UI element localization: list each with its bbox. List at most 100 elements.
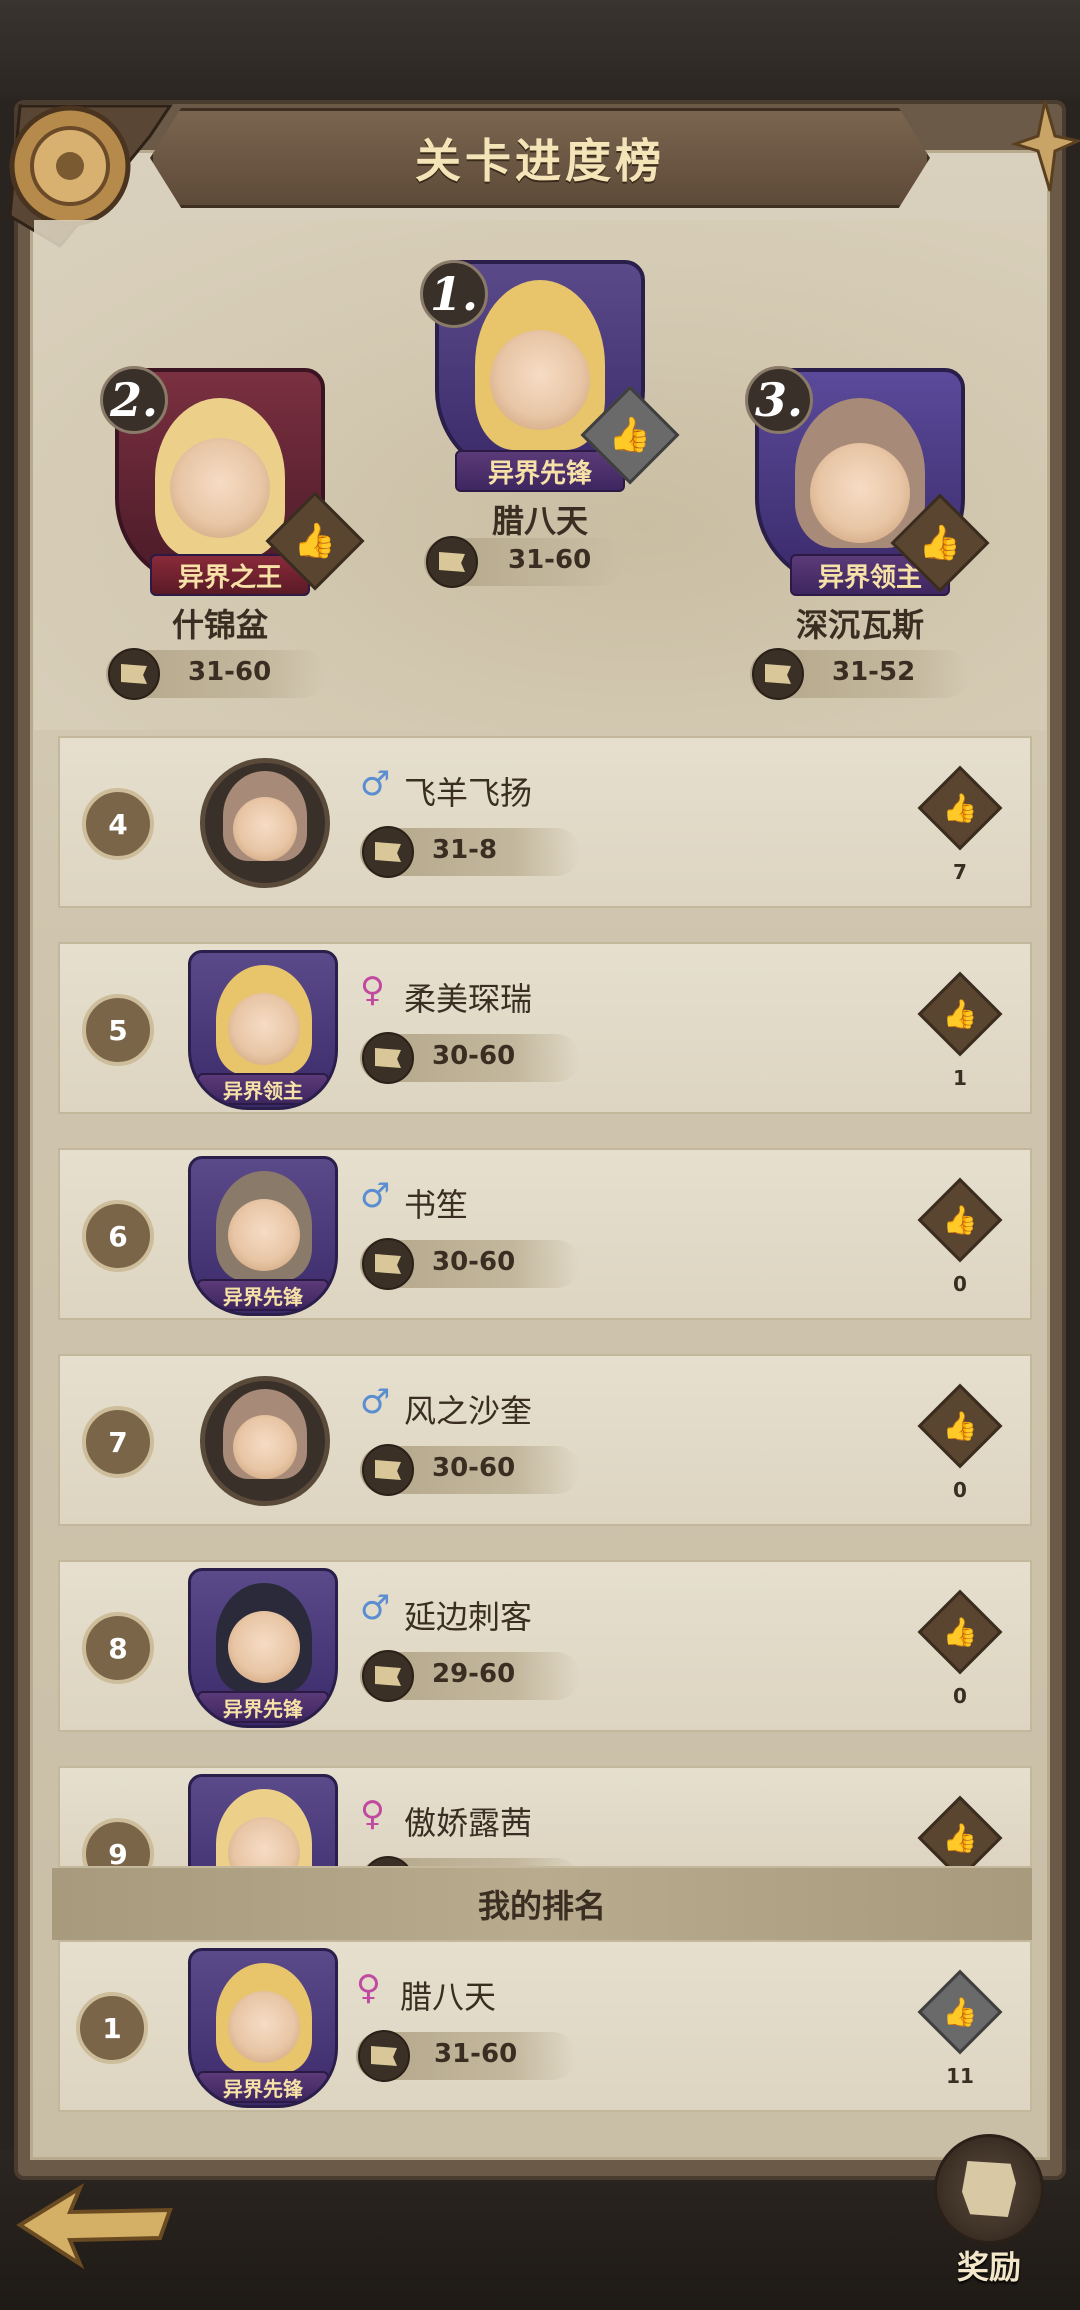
- thumbs-up-icon: 👍: [942, 1995, 978, 2029]
- title-ribbon: 异界领主: [197, 1073, 329, 1105]
- thumbs-up-icon: 👍: [942, 791, 978, 825]
- progress-value: 29-60: [432, 1659, 516, 1689]
- top-bar: [0, 0, 1080, 100]
- like-count: 0: [953, 1478, 967, 1502]
- progress-value: 30-60: [432, 1247, 516, 1277]
- flag-icon: [362, 1238, 414, 1290]
- female-icon: ♀: [360, 970, 385, 1010]
- like-button[interactable]: 👍: [917, 971, 1003, 1057]
- like-count: 0: [953, 1684, 967, 1708]
- thumbs-up-icon: 👍: [293, 521, 337, 561]
- progress-value: 30-60: [432, 1041, 516, 1071]
- player-name: 腊八天: [491, 502, 588, 540]
- flag-icon: [362, 1032, 414, 1084]
- avatar-frame: 异界先锋: [188, 1948, 338, 2108]
- female-icon: ♀: [356, 1968, 381, 2008]
- thumbs-up-icon: 👍: [942, 997, 978, 1031]
- male-icon: ♂: [360, 764, 391, 804]
- like-button[interactable]: 👍: [917, 1969, 1003, 2055]
- progress-value: 31-8: [432, 835, 498, 865]
- rank-badge: 7: [82, 1406, 154, 1478]
- rank-badge: 8: [82, 1612, 154, 1684]
- avatar: [228, 993, 300, 1065]
- title-ribbon: 异界先锋: [197, 1279, 329, 1311]
- like-button[interactable]: 👍: [917, 1177, 1003, 1263]
- rank-badge: 4: [82, 788, 154, 860]
- back-arrow-icon[interactable]: [10, 2180, 180, 2270]
- avatar: [200, 758, 330, 888]
- reward-label: 奖励: [956, 2248, 1021, 2286]
- player-name: 傲娇露茜: [404, 1804, 533, 1842]
- my-rank-label: 我的排名: [477, 1887, 606, 1925]
- flag-icon: [108, 648, 160, 700]
- avatar-frame: [188, 1774, 338, 1866]
- avatar: [228, 1991, 300, 2063]
- list-item[interactable]: 7 ♂ 风之沙奎 30-60 👍 0: [58, 1354, 1032, 1526]
- progress-value: 30-60: [432, 1453, 516, 1483]
- my-rank-header: 我的排名: [52, 1868, 1032, 1940]
- progress-value: 31-60: [188, 657, 272, 687]
- like-button[interactable]: 👍: [917, 1589, 1003, 1675]
- flag-icon: [362, 1444, 414, 1496]
- player-name: 飞羊飞扬: [404, 774, 533, 812]
- like-button[interactable]: 👍: [917, 1795, 1003, 1866]
- rank-number: 3.: [745, 366, 813, 434]
- progress-value: 31-60: [434, 2039, 518, 2069]
- rank-badge: 1: [76, 1992, 148, 2064]
- player-name: 书笙: [404, 1186, 469, 1224]
- rank-badge: 6: [82, 1200, 154, 1272]
- list-item[interactable]: 6 异界先锋 ♂ 书笙 30-60 👍 0: [58, 1148, 1032, 1320]
- avatar-face: [233, 797, 297, 861]
- rank-badge: 5: [82, 994, 154, 1066]
- podium-third[interactable]: 3. 异界领主 👍 深沉瓦斯: [740, 366, 990, 668]
- avatar: [170, 438, 270, 538]
- title-ribbon: 异界先锋: [197, 1691, 329, 1723]
- player-name: 深沉瓦斯: [795, 606, 924, 644]
- rank-number: 2.: [100, 366, 168, 434]
- rank-number: 1.: [420, 260, 488, 328]
- flag-icon: [362, 1650, 414, 1702]
- scroll-icon: [934, 2134, 1044, 2244]
- avatar: [228, 1199, 300, 1271]
- flag-icon: [358, 2030, 410, 2082]
- flag-icon: [752, 648, 804, 700]
- avatar: [490, 330, 590, 430]
- avatar: [200, 1376, 330, 1506]
- list-item[interactable]: 4 ♂ 飞羊飞扬 31-8 👍 7: [58, 736, 1032, 908]
- like-button[interactable]: 👍: [917, 765, 1003, 851]
- female-icon: ♀: [360, 1794, 385, 1834]
- thumbs-up-icon: 👍: [942, 1821, 978, 1855]
- player-name: 什锦盆: [171, 606, 268, 644]
- male-icon: ♂: [360, 1588, 391, 1628]
- thumbs-up-icon: 👍: [942, 1203, 978, 1237]
- avatar-frame: 异界先锋: [188, 1156, 338, 1316]
- player-name: 延边刺客: [404, 1598, 533, 1636]
- player-name: 腊八天: [400, 1978, 497, 2016]
- list-item[interactable]: 8 异界先锋 ♂ 延边刺客 29-60 👍 0: [58, 1560, 1032, 1732]
- star-ornament-icon: [1010, 100, 1080, 192]
- title-ribbon: 异界先锋: [455, 450, 625, 492]
- progress-value: 31-52: [832, 657, 916, 687]
- like-button[interactable]: 👍: [917, 1383, 1003, 1469]
- player-name: 柔美琛瑞: [404, 980, 533, 1018]
- title-banner: 关卡进度榜: [150, 108, 930, 208]
- male-icon: ♂: [360, 1382, 391, 1422]
- avatar: [228, 1611, 300, 1683]
- male-icon: ♂: [360, 1176, 391, 1216]
- avatar-face: [233, 1415, 297, 1479]
- list-item[interactable]: 5 异界领主 ♀ 柔美琛瑞 30-60 👍 1: [58, 942, 1032, 1114]
- podium-second[interactable]: 2. 异界之王 👍 什锦盆: [100, 366, 365, 668]
- thumbs-up-icon: 👍: [942, 1615, 978, 1649]
- thumbs-up-icon: 👍: [942, 1409, 978, 1443]
- flag-icon: [426, 536, 478, 588]
- my-rank-row[interactable]: 1 异界先锋 ♀ 腊八天 31-60 👍 11: [58, 1940, 1032, 2112]
- reward-button[interactable]: 奖励: [924, 2134, 1054, 2286]
- progress-value: 31-60: [508, 545, 592, 575]
- flag-icon: [362, 826, 414, 878]
- like-count: 0: [953, 1272, 967, 1296]
- rank-badge: 9: [82, 1818, 154, 1866]
- player-name: 风之沙奎: [404, 1392, 533, 1430]
- thumbs-up-icon: 👍: [608, 415, 652, 455]
- avatar: [810, 443, 910, 543]
- list-item[interactable]: 9 ♀ 傲娇露茜 👍: [58, 1766, 1032, 1868]
